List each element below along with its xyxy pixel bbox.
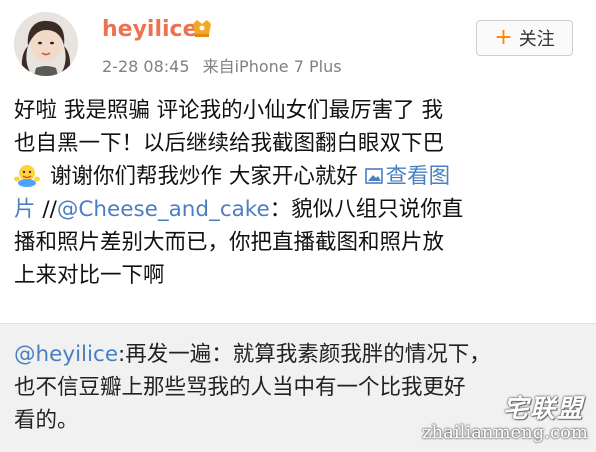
view-image-label[interactable]: 查看图 (386, 164, 451, 189)
repost-line: 也不信豆瓣上那些骂我的人当中有一个比我更好 (14, 375, 466, 400)
vip-badge-icon[interactable] (191, 18, 213, 38)
post-line: 播和照片差别大而已，你把直播截图和照片放 (14, 230, 445, 255)
repost-box[interactable]: @heyilice:再发一遍：就算我素颜我胖的情况下， 也不信豆瓣上那些骂我的人… (0, 323, 596, 452)
repost-line-text: :再发一遍：就算我素颜我胖的情况下， (118, 342, 491, 367)
repost-text: @heyilice:再发一遍：就算我素颜我胖的情况下， 也不信豆瓣上那些骂我的人… (14, 338, 586, 437)
avatar[interactable] (14, 12, 78, 76)
post-text: 好啦 我是照骗 评论我的小仙女们最厉害了 我 也自黑一下！以后继续给我截图翻白眼… (14, 94, 582, 292)
post-line: 好啦 我是照骗 评论我的小仙女们最厉害了 我 (14, 98, 444, 123)
picture-icon (364, 168, 383, 184)
post-line-text: ：貌似八组只说你直 (269, 197, 464, 222)
view-image-link[interactable]: 查看图 (364, 164, 451, 189)
follow-button[interactable]: + 关注 (476, 20, 573, 56)
repost-mention-link[interactable]: @heyilice (14, 342, 118, 367)
post-meta: 2-28 08:45 来自iPhone 7 Plus (102, 53, 350, 77)
post-line: 上来对比一下啊 (14, 263, 165, 288)
repost-separator: // (35, 197, 57, 222)
username-link[interactable]: heyilice (102, 17, 198, 42)
view-image-label-end[interactable]: 片 (14, 197, 36, 222)
post-line: 谢谢你们帮我炒作 大家开心就好 查看图 (14, 160, 582, 193)
post-source: 来自iPhone 7 Plus (202, 57, 342, 76)
post-time[interactable]: 2-28 08:45 (102, 57, 190, 76)
mention-link[interactable]: @Cheese_and_cake (57, 197, 270, 222)
post-line: 也自黑一下！以后继续给我截图翻白眼双下巴 (14, 131, 445, 156)
plus-icon: + (494, 25, 513, 50)
follow-label: 关注 (518, 29, 555, 50)
repost-line: @heyilice:再发一遍：就算我素颜我胖的情况下， (14, 338, 586, 371)
post-line-text: 谢谢你们帮我炒作 大家开心就好 (50, 164, 365, 189)
hug-emoji-icon (14, 165, 40, 187)
post-line: 片 //@Cheese_and_cake：貌似八组只说你直 (14, 193, 582, 226)
repost-line: 看的。 (14, 408, 79, 433)
